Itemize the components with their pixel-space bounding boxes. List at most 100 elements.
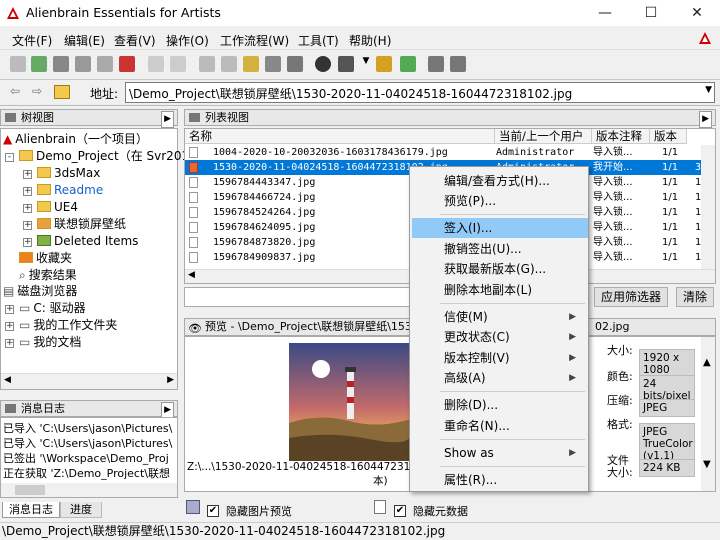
import-icon[interactable] — [10, 56, 26, 72]
scroll-left-icon[interactable]: ◀ — [188, 270, 195, 280]
expander-icon[interactable]: + — [23, 204, 32, 213]
cell-name: 1596784909837.jpg — [213, 252, 316, 263]
hide-metadata-checkbox[interactable]: ✔ — [394, 502, 406, 517]
scroll-left-icon[interactable]: ◀ — [4, 375, 11, 385]
cut-icon[interactable] — [148, 56, 164, 72]
menu-item-version-control[interactable]: 版本控制(V) ▶ — [412, 348, 588, 368]
expander-icon[interactable]: + — [23, 238, 32, 247]
tree-item-c-drive[interactable]: ▭ C: 驱动器 — [19, 300, 86, 317]
tree-item-3dsmax[interactable]: 3dsMax — [37, 165, 100, 182]
tree-hscrollbar[interactable]: ◀ ▶ — [1, 373, 177, 389]
menu-item-rename[interactable]: 重命名(N)... — [412, 416, 588, 436]
menu-item-remove-local[interactable]: 删除本地副本(L) — [412, 280, 588, 300]
delete-icon[interactable] — [119, 56, 135, 72]
expander-icon[interactable]: + — [5, 322, 14, 331]
menu-item-get-latest[interactable]: 获取最新版本(G)... — [412, 259, 588, 279]
menu-item-preview[interactable]: 预览(P)... — [412, 191, 588, 211]
apply-filter-button[interactable]: 应用筛选器 — [594, 287, 668, 307]
tree-item-disk-browser[interactable]: ▤ 磁盘浏览器 — [3, 283, 77, 300]
tree-item-my-documents[interactable]: ▭ 我的文档 — [19, 334, 81, 351]
tree-view: ▲ Alienbrain（一个项目） - Demo_Project（在 Svr20… — [0, 128, 197, 390]
menu-item-edit-view[interactable]: 编辑/查看方式(H)... — [412, 171, 588, 191]
menu-item-advanced[interactable]: 高级(A) ▶ — [412, 368, 588, 388]
menu-item-delete[interactable]: 删除(D)... — [412, 395, 588, 415]
dropdown-arrow-icon[interactable]: ▼ — [358, 56, 374, 72]
mail-icon[interactable] — [428, 56, 444, 72]
new-file-icon[interactable] — [31, 56, 47, 72]
scroll-up-icon[interactable]: ▲ — [703, 357, 711, 368]
list-vscrollbar[interactable] — [701, 145, 715, 269]
tree-item-lenovo-wallpaper[interactable]: 联想锁屏壁纸 — [37, 216, 126, 233]
expander-icon[interactable]: - — [5, 153, 14, 162]
expander-icon[interactable]: + — [23, 170, 32, 179]
menu-item-show-as[interactable]: Show as ▶ — [412, 443, 588, 463]
menu-operation[interactable]: 操作(O) — [166, 32, 209, 49]
tree-item-deleted-items[interactable]: Deleted Items — [37, 233, 138, 250]
search-icon[interactable] — [338, 56, 354, 72]
tree-item-ue4[interactable]: UE4 — [37, 199, 78, 216]
up-folder-icon[interactable] — [54, 85, 70, 99]
menu-edit[interactable]: 编辑(E) — [64, 32, 105, 49]
menu-item-change-status[interactable]: 更改状态(C) ▶ — [412, 327, 588, 347]
menu-item-undo-checkout[interactable]: 撤销签出(U)... — [412, 239, 588, 259]
expander-icon[interactable]: + — [23, 187, 32, 196]
scroll-thumb[interactable] — [15, 485, 45, 495]
checkout-icon[interactable] — [221, 56, 237, 72]
log-hscrollbar[interactable] — [1, 483, 177, 497]
column-user[interactable]: 当前/上一个用户 — [495, 129, 592, 144]
forward-icon[interactable]: ⇨ — [32, 84, 42, 98]
menu-tools[interactable]: 工具(T) — [298, 32, 339, 49]
refresh-icon[interactable] — [53, 56, 69, 72]
menu-item-properties[interactable]: 属性(R)... — [412, 470, 588, 490]
eye-icon[interactable] — [315, 56, 331, 72]
sync-icon[interactable] — [400, 56, 416, 72]
scroll-right-icon[interactable]: ▶ — [167, 375, 174, 385]
column-version[interactable]: 版本 — [650, 129, 687, 144]
cell-comment: 导入锁... — [593, 192, 633, 203]
back-icon[interactable]: ⇦ — [10, 84, 20, 98]
close-button[interactable]: ✕ — [674, 0, 720, 26]
history-icon[interactable] — [287, 56, 303, 72]
minimize-button[interactable]: — — [582, 0, 628, 26]
menu-workflow[interactable]: 工作流程(W) — [220, 32, 289, 49]
menu-help[interactable]: 帮助(H) — [349, 32, 391, 49]
checkbox[interactable]: ✔ — [394, 505, 406, 517]
expander-icon[interactable]: + — [5, 339, 14, 348]
tree-item-alienbrain[interactable]: ▲ Alienbrain（一个项目） — [3, 131, 148, 148]
menu-file[interactable]: 文件(F) — [12, 32, 52, 49]
undo-icon[interactable] — [170, 56, 186, 72]
menu-item-checkin[interactable]: 签入(I)... — [412, 218, 588, 238]
column-name[interactable]: 名称 — [185, 129, 495, 144]
tree-item-favorites[interactable]: 收藏夹 — [19, 250, 72, 267]
messenger-icon[interactable] — [450, 56, 466, 72]
find-icon[interactable] — [376, 56, 392, 72]
address-field[interactable]: \Demo_Project\联想锁屏壁纸\1530-2020-11-040245… — [125, 82, 715, 103]
menu-view[interactable]: 查看(V) — [114, 32, 156, 49]
expander-icon[interactable]: + — [5, 305, 14, 314]
tab-progress[interactable]: 进度 — [60, 502, 102, 518]
menu-item-messenger[interactable]: 信使(M) ▶ — [412, 307, 588, 327]
maximize-button[interactable]: ☐ — [628, 0, 674, 26]
paste-icon[interactable] — [97, 56, 113, 72]
tree-collapse-button[interactable]: ▶ — [161, 111, 174, 128]
expander-icon[interactable]: + — [23, 221, 32, 230]
list-row[interactable]: 1004-2020-10-20032036-1603178436179.jpg A… — [185, 145, 715, 160]
checkbox[interactable]: ✔ — [207, 505, 219, 517]
properties-icon[interactable] — [265, 56, 281, 72]
tree-item-readme[interactable]: Readme — [37, 182, 103, 199]
clear-filter-button[interactable]: 清除 — [676, 287, 714, 307]
tree-item-demo-project[interactable]: Demo_Project（在 Svr2012 — [19, 148, 197, 165]
tree-item-work-folder[interactable]: ▭ 我的工作文件夹 — [19, 317, 117, 334]
get-latest-icon[interactable] — [243, 56, 259, 72]
copy-icon[interactable] — [75, 56, 91, 72]
preview-vscrollbar[interactable]: ▲ ▼ — [701, 337, 715, 491]
hide-preview-checkbox[interactable]: ✔ — [207, 502, 219, 517]
checkin-icon[interactable] — [199, 56, 215, 72]
scroll-down-icon[interactable]: ▼ — [703, 459, 711, 470]
list-collapse-button[interactable]: ▶ — [699, 111, 712, 128]
column-comment[interactable]: 版本注释 — [592, 129, 650, 144]
tab-message-log[interactable]: 消息日志 — [2, 502, 60, 518]
address-dropdown-icon[interactable]: ▼ — [705, 85, 712, 95]
menu-separator — [440, 466, 585, 467]
tree-item-search-results[interactable]: ⌕ 搜索结果 — [19, 267, 77, 284]
